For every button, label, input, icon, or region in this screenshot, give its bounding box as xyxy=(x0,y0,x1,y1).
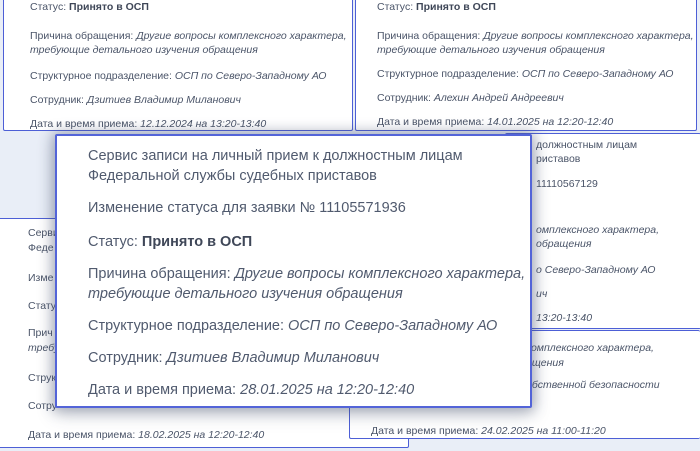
reason-value-line2: требующие детального изучения обращения xyxy=(30,44,258,56)
notification-card-top-left: Статус: Принято в ОСП Причина обращения:… xyxy=(3,0,353,131)
partial-text: Изме xyxy=(28,272,54,284)
notification-card-mid-right: должностным лицам риставов 11110567129 о… xyxy=(505,133,700,329)
employee-value: Дзитиев Владимир Миланович xyxy=(166,350,380,366)
department-row: Структурное подразделение: ОСП по Северо… xyxy=(88,316,497,336)
employee-row: Сотрудник: Алехин Андрей Андреевич xyxy=(377,91,564,105)
status-value: Принято в ОСП xyxy=(141,234,253,250)
reason-value-line2: требующие детального изучения обращения xyxy=(377,44,605,56)
department-value: ОСП по Северо-Западному АО xyxy=(288,318,498,334)
service-title-line1: Сервис записи на личный прием к должност… xyxy=(88,148,463,164)
datetime-label: Дата и время приема: xyxy=(28,429,136,441)
reason-row: Причина обращения: Другие вопросы компле… xyxy=(30,29,347,43)
status-label: Статус: xyxy=(88,234,138,250)
partial-text: должностным лицам xyxy=(536,139,638,151)
partial-text: Сотру xyxy=(28,400,57,412)
datetime-label: Дата и время приема: xyxy=(88,382,237,398)
reason-value-line2: требующие детального изучения обращения xyxy=(88,286,403,302)
datetime-row: Дата и время приема: 14.01.2025 на 12:20… xyxy=(377,115,613,129)
datetime-row: Дата и время приема: 12.12.2024 на 13:20… xyxy=(30,117,266,131)
datetime-label: Дата и время приема: xyxy=(377,116,485,128)
reason-value-line1: Другие вопросы комплексного характера, xyxy=(136,30,347,42)
request-number: 11105571936 xyxy=(319,200,406,216)
partial-text: комплексного характера, xyxy=(526,342,654,354)
datetime-label: Дата и время приема: xyxy=(371,425,479,437)
reason-row: Причина обращения: Другие вопросы компле… xyxy=(88,264,525,284)
reason-value-line1: Другие вопросы комплексного характера, xyxy=(234,266,526,282)
datetime-value: 12.12.2024 на 13:20-13:40 xyxy=(140,118,267,130)
status-label: Статус: xyxy=(30,1,67,13)
notification-card-main: Сервис записи на личный прием к должност… xyxy=(55,134,532,408)
partial-text: Прич xyxy=(28,327,53,339)
partial-text: обращения xyxy=(536,238,592,250)
department-label: Структурное подразделение: xyxy=(30,70,172,82)
reason-row-2: требующие детального изучения обращения xyxy=(30,43,258,57)
reason-label: Причина обращения: xyxy=(377,30,481,42)
status-change-row: Изменение статуса для заявки № 111055719… xyxy=(88,198,406,218)
datetime-value: 28.01.2025 на 12:20-12:40 xyxy=(240,382,415,398)
department-label: Структурное подразделение: xyxy=(377,68,519,80)
reason-row: Причина обращения: Другие вопросы компле… xyxy=(377,29,694,43)
partial-text: о Северо-Западному АО xyxy=(536,264,656,276)
service-title-line2: Федеральной службы судебных приставов xyxy=(88,168,377,184)
department-row: Структурное подразделение: ОСП по Северо… xyxy=(30,69,326,83)
partial-text: риставов xyxy=(536,153,581,165)
datetime-row: Дата и время приема: 18.02.2025 на 12:20… xyxy=(28,428,264,442)
employee-value: Алехин Андрей Андреевич xyxy=(433,92,564,104)
status-row: Статус: Принято в ОСП xyxy=(88,232,252,252)
reason-value-line1: Другие вопросы комплексного характера, xyxy=(483,30,694,42)
employee-label: Сотрудник: xyxy=(377,92,431,104)
datetime-row: Дата и время приема: 24.02.2025 на 11:00… xyxy=(371,424,606,438)
partial-text: ич xyxy=(536,288,548,300)
employee-row: Сотрудник: Дзитиев Владимир Миланович xyxy=(88,348,379,368)
datetime-row: Дата и время приема: 28.01.2025 на 12:20… xyxy=(88,380,414,400)
partial-text: Феде xyxy=(28,242,54,254)
partial-text: обственной безопасности xyxy=(526,379,660,391)
department-label: Структурное подразделение: xyxy=(88,318,285,334)
partial-text: 13:20-13:40 xyxy=(536,312,593,324)
reason-row-2: требующие детального изучения обращения xyxy=(88,284,403,304)
partial-text: 11110567129 xyxy=(536,178,598,190)
employee-value: Дзитиев Владимир Миланович xyxy=(86,94,241,106)
status-row: Статус: Принято в ОСП xyxy=(30,0,149,14)
status-change-label: Изменение статуса для заявки № xyxy=(88,200,316,216)
datetime-value: 24.02.2025 на 11:00-11:20 xyxy=(481,425,606,437)
employee-label: Сотрудник: xyxy=(88,350,163,366)
status-row: Статус: Принято в ОСП xyxy=(377,0,496,14)
department-value: ОСП по Северо-Западному АО xyxy=(174,70,327,82)
employee-label: Сотрудник: xyxy=(30,94,84,106)
reason-label: Причина обращения: xyxy=(30,30,134,42)
datetime-value: 14.01.2025 на 12:20-12:40 xyxy=(487,116,614,128)
datetime-value: 18.02.2025 на 12:20-12:40 xyxy=(138,429,265,441)
status-value: Принято в ОСП xyxy=(69,1,149,13)
reason-label: Причина обращения: xyxy=(88,266,231,282)
notification-card-top-right: Статус: Принято в ОСП Причина обращения:… xyxy=(355,0,697,131)
employee-row: Сотрудник: Дзитиев Владимир Миланович xyxy=(30,93,241,107)
datetime-label: Дата и время приема: xyxy=(30,118,138,130)
department-value: ОСП по Северо-Западному АО xyxy=(521,68,674,80)
reason-row-2: требующие детального изучения обращения xyxy=(377,43,605,57)
partial-text: Стату xyxy=(28,300,57,312)
partial-text: Струк xyxy=(28,372,56,384)
partial-text: омплексного характера, xyxy=(536,224,660,236)
status-label: Статус: xyxy=(377,1,414,13)
status-value: Принято в ОСП xyxy=(416,1,496,13)
department-row: Структурное подразделение: ОСП по Северо… xyxy=(377,67,673,81)
